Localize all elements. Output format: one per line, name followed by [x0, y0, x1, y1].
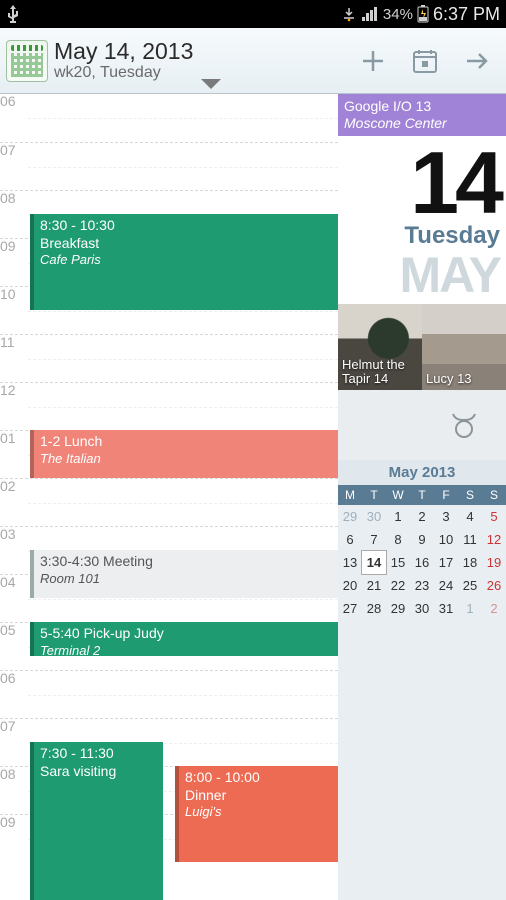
page-subtitle: wk20, Tuesday — [54, 64, 193, 82]
usb-icon — [6, 5, 20, 23]
minical-day[interactable]: 11 — [458, 528, 482, 551]
big-day-number: 14 — [344, 146, 500, 221]
status-bar: 34% 6:37 PM — [0, 0, 506, 28]
event-breakfast[interactable]: 8:30 - 10:30BreakfastCafe Paris — [30, 214, 338, 310]
event-meeting[interactable]: 3:30-4:30 MeetingRoom 101 — [30, 550, 338, 598]
hour-label: 02 — [0, 478, 26, 494]
minical-day[interactable]: 26 — [482, 574, 506, 597]
minical-day[interactable]: 5 — [482, 505, 506, 528]
app-icon[interactable] — [6, 40, 48, 82]
hour-label: 01 — [0, 430, 26, 446]
minical-day[interactable]: 2 — [410, 505, 434, 528]
big-day-month: MAY — [344, 246, 500, 304]
minical-day[interactable]: 2 — [482, 597, 506, 620]
agenda-view[interactable]: 060708091011120102030405060708098:30 - 1… — [0, 94, 338, 900]
side-panel: Google I/O 13 Moscone Center 14 Tuesday … — [338, 94, 506, 900]
hour-label: 05 — [0, 622, 26, 638]
date-picker[interactable]: May 14, 2013 wk20, Tuesday — [54, 39, 193, 82]
minical-day[interactable]: 15 — [386, 551, 410, 574]
hour-label: 09 — [0, 814, 26, 830]
event-pickup[interactable]: 5-5:40 Pick-up JudyTerminal 2 — [30, 622, 338, 656]
zodiac-taurus-icon — [422, 390, 506, 460]
allday-loc: Moscone Center — [344, 115, 500, 132]
minical-day[interactable]: 25 — [458, 574, 482, 597]
add-event-button[interactable] — [350, 38, 396, 84]
forward-button[interactable] — [454, 38, 500, 84]
minical-day[interactable]: 1 — [386, 505, 410, 528]
big-day-display: 14 Tuesday MAY — [338, 136, 506, 305]
minical-day[interactable]: 21 — [362, 574, 386, 597]
hour-label: 10 — [0, 286, 26, 302]
minical-day[interactable]: 27 — [338, 597, 362, 620]
minical-day[interactable]: 30 — [410, 597, 434, 620]
minical-day[interactable]: 1 — [458, 597, 482, 620]
hour-label: 12 — [0, 382, 26, 398]
hour-label: 04 — [0, 574, 26, 590]
minical-day[interactable]: 6 — [338, 528, 362, 551]
minical-day[interactable]: 18 — [458, 551, 482, 574]
minical-day[interactable]: 29 — [338, 505, 362, 528]
hour-label: 07 — [0, 718, 26, 734]
minical-day[interactable]: 14 — [362, 551, 386, 574]
event-sara[interactable]: 7:30 - 11:30Sara visiting — [30, 742, 163, 900]
minical-day[interactable]: 4 — [458, 505, 482, 528]
contact-thumb-2[interactable]: Lucy 13 — [422, 304, 506, 390]
minical-day[interactable]: 3 — [434, 505, 458, 528]
hour-label: 11 — [0, 334, 26, 350]
page-title: May 14, 2013 — [54, 39, 193, 64]
battery-text: 34% — [383, 6, 413, 23]
hour-label: 03 — [0, 526, 26, 542]
battery-icon — [417, 5, 429, 23]
today-button[interactable] — [402, 38, 448, 84]
minical-day[interactable]: 17 — [434, 551, 458, 574]
zodiac-empty — [338, 390, 422, 460]
minical-day[interactable]: 20 — [338, 574, 362, 597]
minical-day[interactable]: 28 — [362, 597, 386, 620]
signal-icon — [361, 6, 379, 22]
hour-label: 09 — [0, 238, 26, 254]
minical-day[interactable]: 24 — [434, 574, 458, 597]
mini-calendar[interactable]: May 2013 MTWTFSS293012345678910111213141… — [338, 460, 506, 900]
dropdown-icon[interactable] — [201, 79, 221, 89]
app-bar: May 14, 2013 wk20, Tuesday — [0, 28, 506, 94]
minical-day[interactable]: 19 — [482, 551, 506, 574]
minical-day[interactable]: 10 — [434, 528, 458, 551]
download-icon — [341, 6, 357, 22]
event-dinner[interactable]: 8:00 - 10:00DinnerLuigi's — [175, 766, 338, 862]
contact-thumb-1[interactable]: Helmut the Tapir 14 — [338, 304, 422, 390]
minical-day[interactable]: 16 — [410, 551, 434, 574]
minical-day[interactable]: 30 — [362, 505, 386, 528]
minical-day[interactable]: 8 — [386, 528, 410, 551]
minical-day[interactable]: 7 — [362, 528, 386, 551]
minical-day[interactable]: 9 — [410, 528, 434, 551]
event-lunch[interactable]: 1-2 LunchThe Italian — [30, 430, 338, 478]
allday-event[interactable]: Google I/O 13 Moscone Center — [338, 94, 506, 136]
hour-label: 07 — [0, 142, 26, 158]
minical-day[interactable]: 12 — [482, 528, 506, 551]
minical-day[interactable]: 22 — [386, 574, 410, 597]
hour-label: 06 — [0, 93, 26, 109]
status-clock: 6:37 PM — [433, 4, 500, 25]
minical-day[interactable]: 31 — [434, 597, 458, 620]
minical-title: May 2013 — [338, 460, 506, 485]
minical-day[interactable]: 29 — [386, 597, 410, 620]
minical-day[interactable]: 23 — [410, 574, 434, 597]
hour-label: 08 — [0, 766, 26, 782]
hour-label: 08 — [0, 190, 26, 206]
minical-day[interactable]: 13 — [338, 551, 362, 574]
hour-label: 06 — [0, 670, 26, 686]
allday-title: Google I/O 13 — [344, 98, 500, 115]
